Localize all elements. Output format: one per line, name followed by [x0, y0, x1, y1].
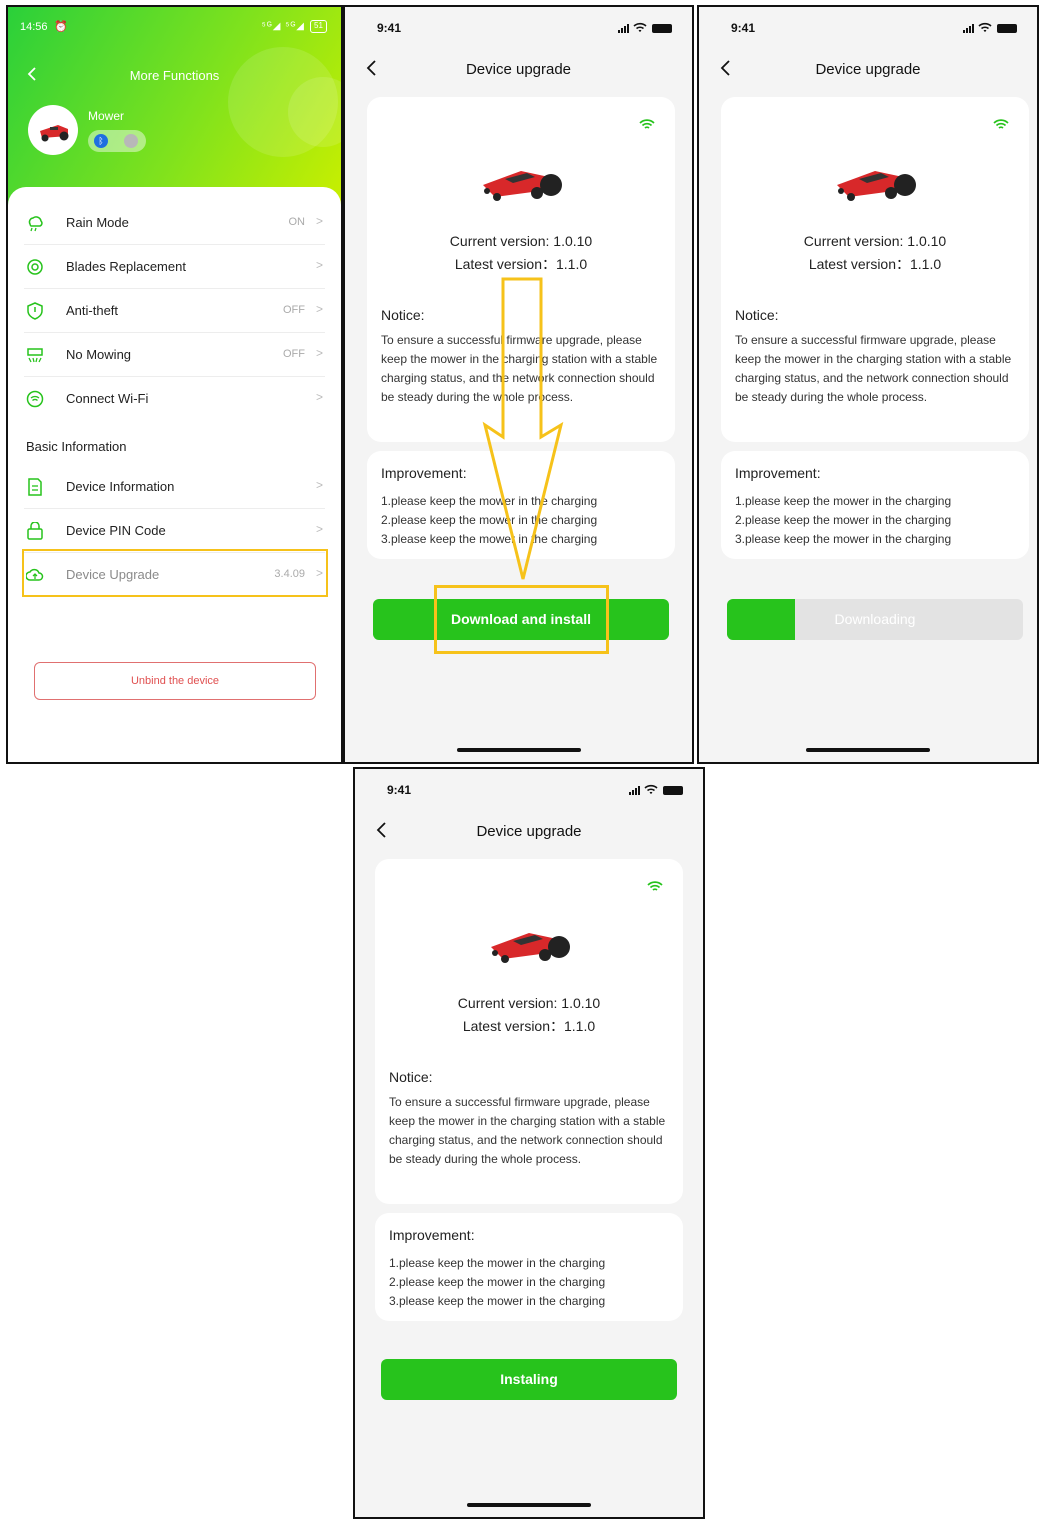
status-icons — [629, 784, 683, 795]
row-label: Rain Mode — [66, 215, 129, 230]
row-blades-replacement[interactable]: Blades Replacement > — [24, 245, 325, 289]
notice-title: Notice: — [389, 1069, 433, 1085]
installing-button: Instaling — [381, 1359, 677, 1400]
improvement-title: Improvement: — [389, 1227, 475, 1243]
device-upgrade-screen-installing: 9:41 Device upgrade Current version: 1.0… — [353, 767, 705, 1519]
shield-icon — [27, 302, 43, 320]
downloading-progress-button: Downloading — [727, 599, 1023, 640]
notice-title: Notice: — [735, 307, 779, 323]
chevron-right-icon: > — [315, 302, 323, 316]
row-rain-mode[interactable]: Rain Mode ON > — [24, 201, 325, 245]
progress-fill — [727, 599, 796, 640]
latest-version: Latest version：1.1.0 — [808, 256, 942, 272]
improvement-title: Improvement: — [735, 465, 821, 481]
row-label: Connect Wi-Fi — [66, 391, 149, 406]
battery-icon: 51 — [310, 20, 327, 33]
improvement-item: 2.please keep the mower in the charging — [735, 513, 952, 527]
home-indicator — [456, 748, 581, 752]
version-card: Current version: 1.0.10 Latest version：1… — [721, 97, 1029, 442]
wifi-off-icon — [124, 134, 138, 148]
version-card: Current version: 1.0.10 Latest version：1… — [375, 859, 683, 1204]
wifi-icon — [647, 881, 663, 891]
row-device-pin-code[interactable]: Device PIN Code > — [24, 509, 325, 553]
status-bar: 14:56 ⏰ ⁵ᴳ◢ ⁵ᴳ◢ 51 — [20, 20, 327, 35]
row-connect-wifi[interactable]: Connect Wi-Fi > — [24, 377, 325, 421]
battery-icon — [997, 24, 1017, 33]
status-icons — [963, 22, 1017, 33]
row-value: OFF — [283, 348, 305, 360]
page-title: Device upgrade — [815, 61, 921, 78]
unbind-device-button[interactable]: Unbind the device — [34, 662, 316, 700]
chevron-right-icon: > — [315, 390, 323, 404]
chevron-right-icon: > — [315, 522, 323, 536]
row-device-information[interactable]: Device Information > — [24, 465, 325, 509]
blade-icon — [27, 259, 43, 275]
wifi-icon — [644, 784, 658, 794]
status-time: 9:41 — [731, 21, 756, 35]
connection-badges: ᛒ — [88, 130, 146, 152]
row-value: OFF — [283, 304, 305, 316]
improvement-item: 3.please keep the mower in the charging — [735, 532, 952, 546]
row-label: Device PIN Code — [66, 523, 166, 538]
wifi-icon — [993, 119, 1009, 129]
row-label: No Mowing — [66, 347, 132, 362]
improvement-list: 1.please keep the mower in the charging … — [389, 1254, 675, 1311]
lock-icon — [27, 522, 43, 540]
wifi-circle-icon — [26, 390, 44, 408]
status-time: 9:41 — [387, 783, 412, 797]
cellular-signal-icon — [629, 786, 640, 795]
home-indicator — [467, 1503, 591, 1507]
improvement-item: 1.please keep the mower in the charging — [389, 1256, 606, 1270]
current-version: Current version: 1.0.10 — [803, 233, 947, 249]
highlight-box — [434, 585, 609, 654]
highlight-box — [22, 549, 328, 597]
mower-icon — [491, 933, 570, 963]
notice-text: To ensure a successful firmware upgrade,… — [389, 1095, 666, 1166]
device-upgrade-screen-download: 9:41 Device upgrade Current version: 1.0… — [343, 5, 694, 764]
improvement-card: Improvement: 1.please keep the mower in … — [375, 1213, 683, 1321]
page-title: More Functions — [129, 68, 220, 83]
latest-version: Latest version：1.1.0 — [462, 1018, 596, 1034]
device-avatar — [28, 105, 78, 155]
cellular-signal-icon — [963, 24, 974, 33]
row-value: ON — [288, 216, 306, 228]
row-label: Anti-theft — [66, 303, 119, 318]
improvement-card: Improvement: 1.please keep the mower in … — [721, 451, 1029, 559]
bluetooth-icon: ᛒ — [94, 134, 108, 148]
chevron-right-icon: > — [315, 258, 323, 272]
row-no-mowing[interactable]: No Mowing OFF > — [24, 333, 325, 377]
improvement-item: 1.please keep the mower in the charging — [735, 494, 952, 508]
no-mowing-icon — [27, 348, 43, 363]
notice-text: To ensure a successful firmware upgrade,… — [735, 333, 1012, 404]
settings-card: Rain Mode ON > Blades Replacement > Anti… — [8, 187, 341, 762]
status-bar: 9:41 — [731, 21, 1021, 37]
improvement-item: 3.please keep the mower in the charging — [389, 1294, 606, 1308]
alarm-icon: ⏰ — [54, 21, 68, 33]
row-label: Device Information — [66, 479, 175, 494]
current-version: Current version: 1.0.10 — [457, 995, 601, 1011]
section-title: Basic Information — [26, 439, 127, 454]
row-anti-theft[interactable]: Anti-theft OFF > — [24, 289, 325, 333]
device-upgrade-screen-downloading: 9:41 Device upgrade Current version: 1.0… — [697, 5, 1039, 764]
page-title: Device upgrade — [476, 823, 582, 840]
rain-cloud-icon — [28, 216, 43, 232]
chevron-right-icon: > — [315, 214, 323, 228]
battery-icon — [663, 786, 683, 795]
mower-icon — [837, 171, 916, 201]
wifi-icon — [978, 22, 992, 32]
improvement-item: 2.please keep the mower in the charging — [389, 1275, 606, 1289]
downloading-label: Downloading — [834, 611, 916, 627]
more-functions-screen: 14:56 ⏰ ⁵ᴳ◢ ⁵ᴳ◢ 51 More Functions Mower … — [6, 5, 343, 764]
signal-icon: ⁵ᴳ◢ ⁵ᴳ◢ — [261, 21, 305, 32]
improvement-list: 1.please keep the mower in the charging … — [735, 492, 1021, 549]
document-icon — [28, 478, 42, 496]
device-name: Mower — [88, 109, 125, 123]
row-label: Blades Replacement — [66, 259, 186, 274]
chevron-right-icon: > — [315, 346, 323, 360]
status-time: 14:56 — [20, 21, 48, 33]
mower-icon — [40, 125, 69, 142]
home-indicator — [806, 748, 930, 752]
status-bar: 9:41 — [387, 783, 687, 799]
chevron-right-icon: > — [315, 478, 323, 492]
